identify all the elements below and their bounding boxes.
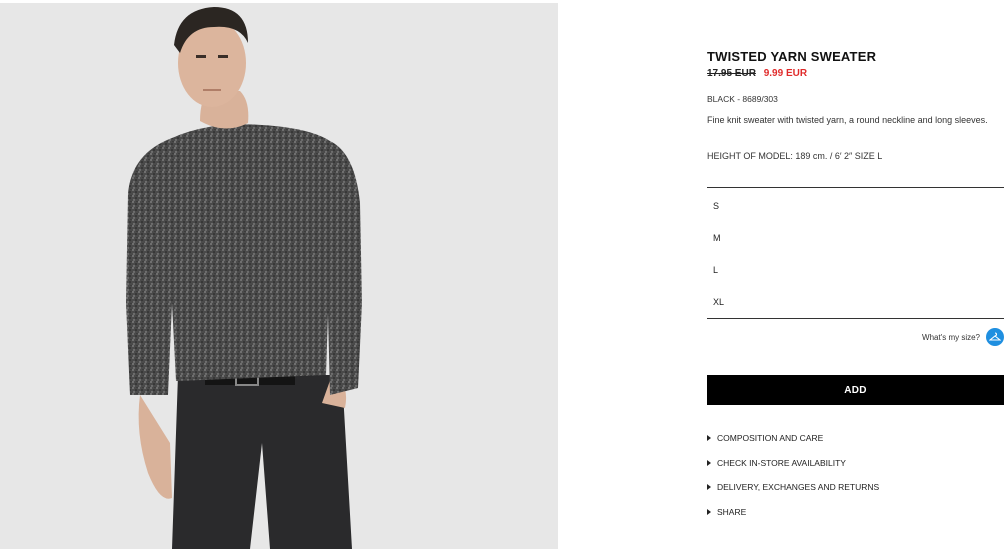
color-reference: BLACK - 8689/303 xyxy=(707,94,778,104)
size-option-xl[interactable]: XL xyxy=(707,288,1004,316)
share-link[interactable]: SHARE xyxy=(707,507,746,517)
model-photo-illustration xyxy=(126,7,362,549)
composition-care-link[interactable]: COMPOSITION AND CARE xyxy=(707,433,823,443)
sale-price: 9.99 EUR xyxy=(763,68,808,79)
size-option-s[interactable]: S xyxy=(707,192,1004,220)
size-option-m[interactable]: M xyxy=(707,224,1004,252)
caret-right-icon xyxy=(707,460,711,466)
link-label: DELIVERY, EXCHANGES AND RETURNS xyxy=(717,482,880,492)
old-price: 17.95 EUR xyxy=(707,68,756,79)
caret-right-icon xyxy=(707,509,711,515)
link-label: CHECK IN-STORE AVAILABILITY xyxy=(717,458,846,468)
caret-right-icon xyxy=(707,484,711,490)
product-title: TWISTED YARN SWEATER xyxy=(707,49,877,64)
price-block: 17.95 EUR 9.99 EUR xyxy=(707,68,807,79)
delivery-returns-link[interactable]: DELIVERY, EXCHANGES AND RETURNS xyxy=(707,482,879,492)
product-info-panel: TWISTED YARN SWEATER 17.95 EUR 9.99 EUR … xyxy=(707,0,1004,549)
product-image[interactable] xyxy=(0,3,558,549)
link-label: SHARE xyxy=(717,507,747,517)
caret-right-icon xyxy=(707,435,711,441)
hanger-icon xyxy=(986,328,1004,346)
size-guide-label: What's my size? xyxy=(922,332,980,342)
model-info: HEIGHT OF MODEL: 189 cm. / 6′ 2″ SIZE L xyxy=(707,151,883,161)
size-option-l[interactable]: L xyxy=(707,256,1004,284)
size-guide-link[interactable]: What's my size? xyxy=(922,327,1004,347)
product-page: TWISTED YARN SWEATER 17.95 EUR 9.99 EUR … xyxy=(0,0,1004,549)
link-label: COMPOSITION AND CARE xyxy=(717,433,824,443)
product-description: Fine knit sweater with twisted yarn, a r… xyxy=(707,115,988,125)
size-selector: S M L XL xyxy=(707,187,1004,319)
store-availability-link[interactable]: CHECK IN-STORE AVAILABILITY xyxy=(707,458,846,468)
add-to-cart-button[interactable]: ADD xyxy=(707,375,1004,405)
